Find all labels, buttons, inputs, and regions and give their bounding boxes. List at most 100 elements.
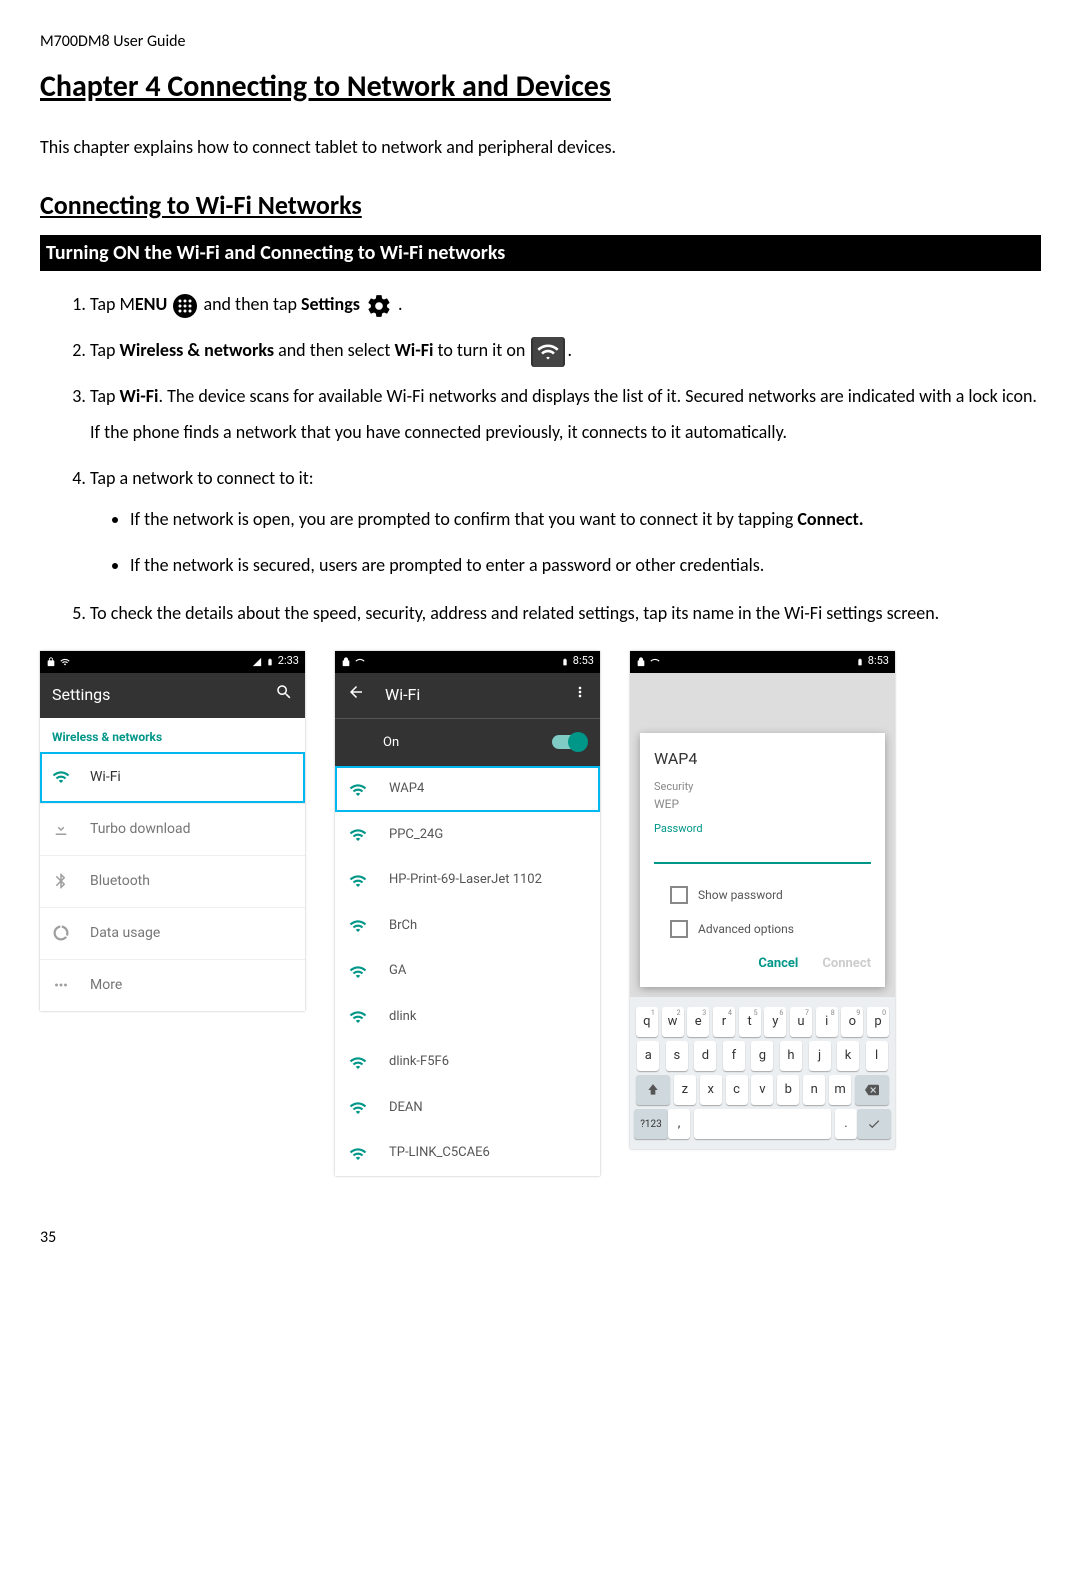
search-icon[interactable]: [275, 683, 293, 708]
lock-icon: [636, 657, 646, 667]
shift-key[interactable]: [636, 1075, 670, 1105]
bluetooth-icon: [52, 872, 70, 890]
wifi-network-row[interactable]: HP-Print-69-LaserJet 1102: [335, 857, 600, 903]
backspace-key[interactable]: [855, 1075, 889, 1105]
dialog-security-label: Security: [654, 779, 871, 796]
lock-icon: [341, 657, 351, 667]
key[interactable]: u7: [790, 1007, 812, 1037]
text-bold: Wi-Fi: [394, 339, 433, 361]
wifi-signal-icon: [349, 781, 369, 797]
wifi-network-row[interactable]: TP-LINK_C5CAE6: [335, 1130, 600, 1176]
row-label: More: [90, 975, 122, 996]
comma-key[interactable]: ,: [668, 1109, 690, 1139]
wifi-network-row[interactable]: PPC_24G: [335, 812, 600, 858]
download-icon: [52, 820, 70, 838]
connect-button[interactable]: Connect: [822, 954, 871, 974]
row-label: Turbo download: [90, 819, 191, 840]
dialog-password-label: Password: [654, 821, 871, 838]
screenshot-password-dialog: 8:53 WAP4 Security WEP Password Show pas…: [630, 651, 895, 1150]
settings-row-data[interactable]: Data usage: [40, 907, 305, 959]
key[interactable]: y6: [764, 1007, 786, 1037]
status-bar: 2:33: [40, 651, 305, 673]
key[interactable]: t5: [739, 1007, 761, 1037]
screenshot-settings: 2:33 Settings Wireless & networks Wi-Fi …: [40, 651, 305, 1011]
key[interactable]: s: [666, 1041, 688, 1071]
wifi-network-row[interactable]: DEAN: [335, 1085, 600, 1131]
wifi-on-row[interactable]: On: [335, 718, 600, 767]
clock: 2:33: [278, 653, 299, 670]
settings-row-wifi[interactable]: Wi-Fi: [40, 752, 305, 803]
network-name: BrCh: [389, 916, 417, 936]
show-password-checkbox[interactable]: Show password: [654, 878, 871, 912]
key[interactable]: v: [751, 1075, 773, 1105]
advanced-options-checkbox[interactable]: Advanced options: [654, 912, 871, 946]
key[interactable]: w2: [662, 1007, 684, 1037]
checkbox-icon: [670, 886, 688, 904]
network-name: DEAN: [389, 1098, 423, 1118]
category-label: Wireless & networks: [40, 718, 305, 752]
chapter-title: Chapter 4 Connecting to Network and Devi…: [40, 64, 1041, 109]
key[interactable]: l: [866, 1041, 888, 1071]
space-key[interactable]: [694, 1109, 831, 1139]
wifi-title: Wi-Fi: [385, 683, 420, 707]
overflow-menu-icon[interactable]: [572, 683, 588, 707]
wifi-signal-icon: [349, 963, 369, 979]
network-name: WAP4: [389, 779, 424, 799]
password-field[interactable]: [654, 842, 871, 864]
wifi-toggle[interactable]: [552, 735, 586, 749]
settings-row-bluetooth[interactable]: Bluetooth: [40, 855, 305, 907]
gear-icon: [366, 293, 392, 319]
text-bold: Connect.: [797, 508, 863, 530]
key[interactable]: g: [751, 1041, 773, 1071]
key[interactable]: q1: [636, 1007, 658, 1037]
key[interactable]: k: [837, 1041, 859, 1071]
key[interactable]: x: [700, 1075, 722, 1105]
clock: 8:53: [868, 653, 889, 670]
key[interactable]: i8: [816, 1007, 838, 1037]
key[interactable]: d: [694, 1041, 716, 1071]
key[interactable]: c: [726, 1075, 748, 1105]
period-key[interactable]: .: [835, 1109, 857, 1139]
doc-header: M700DM8 User Guide: [40, 30, 1041, 54]
on-screen-keyboard[interactable]: q1w2e3r4t5y6u7i8o9p0 asdfghjkl zxcvbnm ?…: [630, 997, 895, 1149]
battery-icon: [561, 656, 569, 668]
lock-icon: [46, 657, 56, 667]
settings-title: Settings: [52, 683, 255, 707]
key[interactable]: r4: [713, 1007, 735, 1037]
wifi-network-row[interactable]: WAP4: [335, 766, 600, 812]
wifi-network-row[interactable]: dlink: [335, 994, 600, 1040]
battery-icon: [856, 656, 864, 668]
wifi-status-icon: [60, 657, 70, 667]
text-bold: ENU: [135, 293, 167, 315]
settings-row-turbo[interactable]: Turbo download: [40, 803, 305, 855]
network-name: dlink-F5F6: [389, 1052, 449, 1072]
back-icon[interactable]: [347, 683, 365, 708]
wifi-network-row[interactable]: BrCh: [335, 903, 600, 949]
text-bold: Wireless & networks: [120, 339, 275, 361]
wifi-signal-icon: [349, 917, 369, 933]
key[interactable]: p0: [867, 1007, 889, 1037]
dialog-actions: Cancel Connect: [654, 946, 871, 974]
key[interactable]: m: [829, 1075, 851, 1105]
key[interactable]: h: [780, 1041, 802, 1071]
settings-row-more[interactable]: More: [40, 959, 305, 1011]
key[interactable]: j: [809, 1041, 831, 1071]
key[interactable]: e3: [687, 1007, 709, 1037]
text: Tap: [90, 339, 120, 361]
wifi-network-row[interactable]: dlink-F5F6: [335, 1039, 600, 1085]
key[interactable]: a: [637, 1041, 659, 1071]
wifi-network-row[interactable]: GA: [335, 948, 600, 994]
symbols-key[interactable]: ?123: [634, 1109, 668, 1139]
wifi-networks-list: WAP4 PPC_24GHP-Print-69-LaserJet 1102 BrCh…: [335, 766, 600, 1176]
wifi-signal-icon: [349, 1008, 369, 1024]
more-icon: [52, 976, 70, 994]
key[interactable]: z: [674, 1075, 696, 1105]
enter-key[interactable]: [857, 1109, 891, 1139]
step-3: Tap Wi-Fi. The device scans for availabl…: [90, 378, 1041, 450]
key[interactable]: b: [777, 1075, 799, 1105]
key[interactable]: f: [723, 1041, 745, 1071]
key[interactable]: n: [803, 1075, 825, 1105]
page-number: 35: [40, 1226, 1041, 1250]
key[interactable]: o9: [841, 1007, 863, 1037]
cancel-button[interactable]: Cancel: [758, 954, 798, 974]
